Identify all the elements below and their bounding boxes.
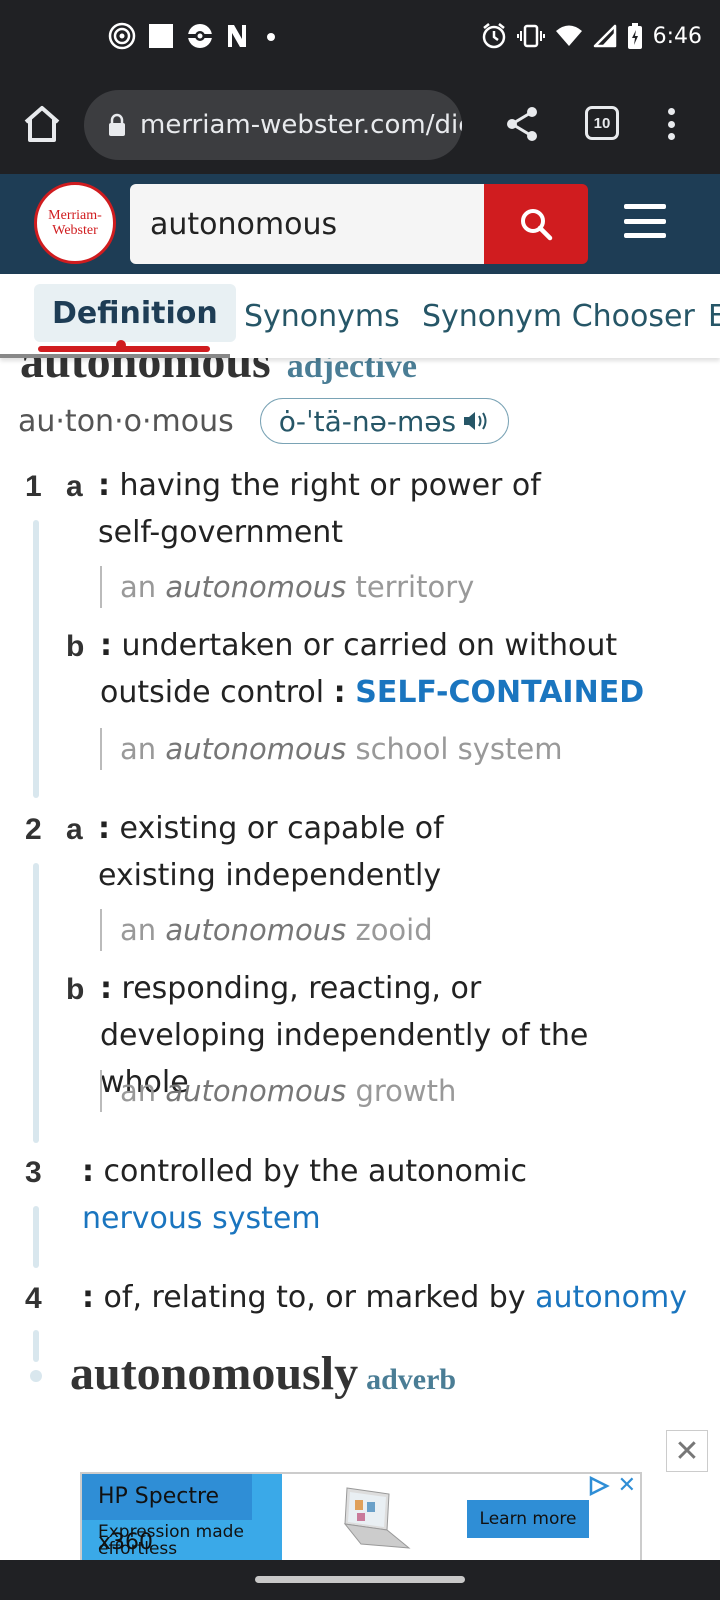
pokeball-icon [186,22,214,50]
laptop-image [327,1484,417,1554]
url-text: merriam-webster.com/dic [140,110,462,140]
site-header: Merriam- Webster autonomous [0,174,720,274]
ad-left-panel: HP Spectre x360 Expression made effortle… [82,1474,282,1560]
overflow-menu-icon[interactable] [656,104,686,144]
navigation-bar [0,1560,720,1600]
merriam-webster-logo[interactable]: Merriam- Webster [34,182,116,264]
ad-tagline: Expression made effortless [98,1522,244,1559]
run-on-part-of-speech[interactable]: adverb [366,1363,456,1396]
definition-content: autonomous adjective au·ton·o·mous ȯ-ˈtä-… [0,335,720,1458]
sense-number: 3 [25,1156,42,1189]
tabs-scroll-indicator [0,354,230,358]
tab-more[interactable]: E [708,274,720,358]
battery-icon [627,22,643,50]
dot-icon [260,23,282,49]
adchoices-icon[interactable] [588,1475,610,1497]
url-bar[interactable]: merriam-webster.com/dic [84,90,462,160]
sense-letter: b [66,630,85,663]
nervous-system-link[interactable]: nervous system [82,1201,321,1236]
ad-banner[interactable]: HP Spectre x360 Expression made effortle… [80,1472,642,1562]
sense-letter: b [66,973,85,1006]
syllables: au·ton·o·mous [18,403,234,439]
tab-switcher-button[interactable]: 10 [585,106,619,140]
tab-synonyms[interactable]: Synonyms [244,274,400,358]
run-on-dot [30,1370,42,1382]
definition-text: : existing or capable of existing indepe… [98,811,444,893]
home-icon[interactable] [20,102,64,146]
example-sentence: an autonomous zooid [100,909,433,951]
notion-icon [226,23,248,49]
search-icon [518,206,554,242]
pronunciation-row: au·ton·o·mous ȯ-ˈtä-nə-məs [18,398,510,444]
example-sentence: an autonomous territory [100,566,474,608]
system-icons: 6:46 [481,22,702,50]
sense-1-bar [33,520,39,798]
signal-icon [593,24,617,48]
wifi-icon [555,24,583,48]
share-icon[interactable] [502,104,542,144]
lock-icon [108,113,126,137]
definition-text: : controlled by the autonomic nervous sy… [82,1154,527,1236]
entry-tabs: Definition Synonyms Synonym Chooser E [0,274,720,358]
speaker-icon [462,409,490,433]
search-input[interactable]: autonomous [130,184,484,264]
sense-4-bar [33,1330,39,1362]
ad-brand: HP Spectre x360 [82,1474,252,1555]
sense-number: 1 [25,470,42,503]
synonym-link[interactable]: SELF-CONTAINED [355,675,644,710]
run-on-headword: autonomously adverb [70,1347,457,1400]
sense-number: 2 [25,813,42,846]
ad-learn-more-button[interactable]: Learn more [467,1500,589,1538]
autonomy-link[interactable]: autonomy [535,1280,687,1315]
ad-close-icon[interactable]: ✕ [666,1430,708,1472]
example-sentence: an autonomous growth [100,1070,456,1112]
home-gesture-handle[interactable] [255,1576,465,1583]
notification-icons [108,22,282,50]
sense-letter: a [66,813,83,846]
sense-number: 4 [25,1282,42,1315]
sense-3-bar [33,1206,39,1268]
status-bar: 6:46 [0,0,720,76]
example-sentence: an autonomous school system [100,728,563,770]
ad-dismiss-icon[interactable]: ✕ [618,1474,636,1498]
pronunciation-button[interactable]: ȯ-ˈtä-nə-məs [259,398,510,444]
tab-definition[interactable]: Definition [34,284,236,342]
definition-text: : having the right or power of self-gove… [98,468,541,550]
definition-text: : undertaken or carried on without outsi… [100,628,645,710]
tab-synonym-chooser[interactable]: Synonym Chooser [422,274,695,358]
hotspot-icon [108,22,136,50]
square-icon [148,23,174,49]
vibrate-icon [516,24,545,48]
definition-text: : of, relating to, or marked by autonomy [82,1280,687,1315]
clock: 6:46 [652,23,702,49]
search-button[interactable] [484,184,588,264]
alarm-icon [481,22,507,50]
sense-2-bar [33,863,39,1143]
active-tab-dot [116,340,126,350]
sense-letter: a [66,470,83,503]
browser-toolbar: merriam-webster.com/dic 10 [0,76,720,174]
hamburger-menu-icon[interactable] [624,204,666,238]
